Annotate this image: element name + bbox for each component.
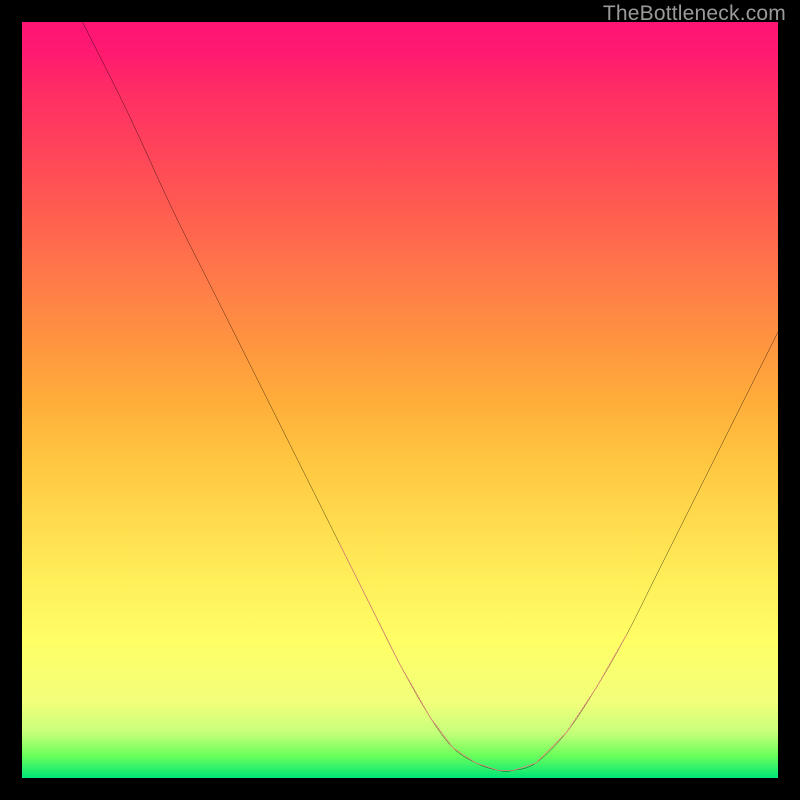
highlight-segment-right	[566, 634, 626, 732]
highlight-segment-middle	[430, 718, 566, 771]
highlight-segment-left	[340, 544, 431, 718]
plot-area	[22, 22, 778, 778]
bottleneck-curve	[82, 22, 778, 771]
chart-frame: TheBottleneck.com	[0, 0, 800, 800]
curve-chart	[22, 22, 778, 778]
